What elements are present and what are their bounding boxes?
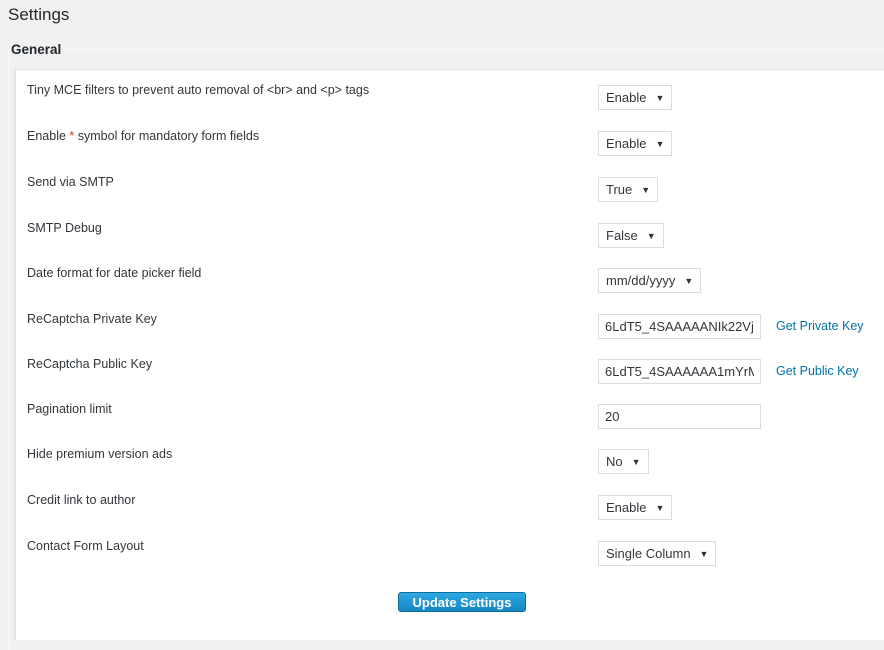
settings-panel: Tiny MCE filters to prevent auto removal…	[15, 69, 884, 640]
select-value: False	[606, 228, 638, 243]
get-public-key-link[interactable]: Get Public Key	[776, 364, 859, 378]
hide-premium-ads-select[interactable]: No ▼	[598, 449, 649, 474]
setting-label: Hide premium version ads	[27, 447, 173, 461]
dropdown-arrow-icon: ▼	[684, 275, 694, 286]
get-private-key-link[interactable]: Get Private Key	[776, 319, 864, 333]
setting-label: ReCaptcha Public Key	[27, 357, 153, 371]
select-value: Enable	[606, 90, 647, 105]
setting-label: Send via SMTP	[27, 175, 114, 189]
mandatory-symbol-select[interactable]: Enable ▼	[598, 131, 673, 156]
setting-row-recaptcha-private-key: ReCaptcha Private Key Get Private Key	[16, 312, 884, 342]
contact-form-layout-select[interactable]: Single Column ▼	[598, 541, 717, 566]
setting-label: ReCaptcha Private Key	[27, 312, 157, 326]
dropdown-arrow-icon: ▼	[655, 502, 665, 513]
setting-row-contact-form-layout: Contact Form Layout Single Column ▼	[16, 539, 884, 569]
label-text-before: Enable	[27, 129, 70, 143]
select-value: No	[606, 454, 623, 469]
setting-label: Date format for date picker field	[27, 266, 202, 280]
dropdown-arrow-icon: ▼	[646, 230, 656, 241]
setting-label: Credit link to author	[27, 493, 136, 507]
select-value: Enable	[606, 136, 647, 151]
setting-label: Enable * symbol for mandatory form field…	[27, 129, 259, 143]
setting-row-mandatory-symbol: Enable * symbol for mandatory form field…	[16, 129, 884, 159]
pagination-limit-input[interactable]	[598, 404, 761, 429]
dropdown-arrow-icon: ▼	[655, 92, 665, 103]
setting-row-date-format: Date format for date picker field mm/dd/…	[16, 266, 884, 296]
dropdown-arrow-icon: ▼	[631, 456, 641, 467]
dropdown-arrow-icon: ▼	[641, 184, 651, 195]
credit-link-select[interactable]: Enable ▼	[598, 495, 673, 520]
send-via-smtp-select[interactable]: True ▼	[598, 177, 659, 202]
setting-label: Contact Form Layout	[27, 539, 144, 553]
setting-label: Tiny MCE filters to prevent auto removal…	[27, 83, 370, 97]
setting-row-credit-link: Credit link to author Enable ▼	[16, 493, 884, 523]
recaptcha-public-key-input[interactable]	[598, 359, 761, 384]
setting-row-smtp-debug: SMTP Debug False ▼	[16, 221, 884, 251]
setting-label: SMTP Debug	[27, 221, 102, 235]
update-settings-button[interactable]: Update Settings	[398, 592, 526, 612]
select-value: True	[606, 182, 633, 197]
dropdown-arrow-icon: ▼	[699, 548, 709, 559]
select-value: Single Column	[606, 546, 691, 561]
section-legend: General	[11, 42, 66, 57]
setting-row-recaptcha-public-key: ReCaptcha Public Key Get Public Key	[16, 357, 884, 387]
setting-label: Pagination limit	[27, 402, 112, 416]
label-text-after: symbol for mandatory form fields	[74, 129, 260, 143]
setting-row-pagination-limit: Pagination limit	[16, 402, 884, 432]
setting-row-send-via-smtp: Send via SMTP True ▼	[16, 175, 884, 205]
setting-row-tinymce-filters: Tiny MCE filters to prevent auto removal…	[16, 83, 884, 113]
select-value: Enable	[606, 500, 647, 515]
select-value: mm/dd/yyyy	[606, 273, 676, 288]
recaptcha-private-key-input[interactable]	[598, 314, 761, 339]
smtp-debug-select[interactable]: False ▼	[598, 223, 664, 248]
tinymce-filters-select[interactable]: Enable ▼	[598, 85, 673, 110]
page-title: Settings	[8, 5, 70, 24]
date-format-select[interactable]: mm/dd/yyyy ▼	[598, 268, 702, 293]
dropdown-arrow-icon: ▼	[655, 138, 665, 149]
setting-row-hide-premium-ads: Hide premium version ads No ▼	[16, 447, 884, 477]
